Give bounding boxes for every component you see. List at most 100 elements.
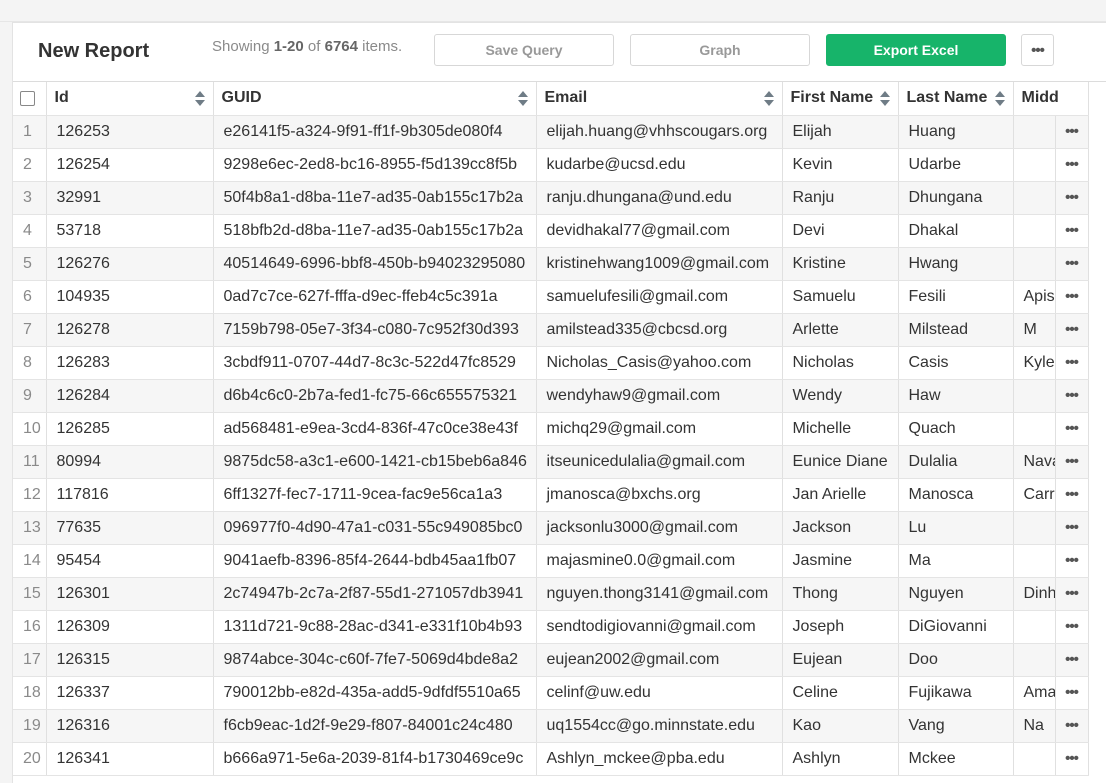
- showing-of: of: [307, 38, 321, 55]
- cell-email: Nicholas_Casis@yahoo.com: [536, 346, 783, 380]
- cell-email: itseunicedulalia@gmail.com: [536, 445, 783, 479]
- cell-last-name: Udarbe: [898, 148, 1014, 182]
- export-excel-button[interactable]: Export Excel: [826, 34, 1006, 66]
- showing-prefix: Showing: [212, 38, 270, 55]
- cell-first-name: Celine: [782, 676, 899, 710]
- row-number: 11: [13, 445, 47, 479]
- table-row[interactable]: 18 126337 790012bb-e82d-435a-add5-9dfdf551…: [13, 676, 1089, 710]
- graph-button[interactable]: Graph: [630, 34, 810, 66]
- row-actions-button[interactable]: •••: [1055, 346, 1089, 380]
- table-row[interactable]: 10 126285 ad568481-e9ea-3cd4-836f-47c0ce38…: [13, 412, 1089, 446]
- table-row[interactable]: 5 126276 40514649-6996-bbf8-450b-b94023295…: [13, 247, 1089, 281]
- table-row[interactable]: 2 126254 9298e6ec-2ed8-bc16-8955-f5d139cc8…: [13, 148, 1089, 182]
- row-number: 13: [13, 511, 47, 545]
- column-header-middle-name[interactable]: Midd: [1013, 82, 1089, 116]
- cell-email: ranju.dhungana@und.edu: [536, 181, 783, 215]
- sort-icon[interactable]: [879, 91, 890, 107]
- cell-first-name: Kao: [782, 709, 899, 743]
- table-row[interactable]: 6 104935 0ad7c7ce-627f-fffa-d9ec-ffeb4c5c3…: [13, 280, 1089, 314]
- cell-middle-name: Kyle: [1013, 346, 1056, 380]
- save-query-button[interactable]: Save Query: [434, 34, 614, 66]
- cell-middle-name: Dinh: [1013, 577, 1056, 611]
- select-all-checkbox[interactable]: [20, 90, 35, 106]
- table-row[interactable]: 13 77635 096977f0-4d90-47a1-c031-55c949085…: [13, 511, 1089, 545]
- cell-first-name: Wendy: [782, 379, 899, 413]
- column-header-id[interactable]: Id: [46, 82, 214, 116]
- table-row[interactable]: 15 126301 2c74947b-2c7a-2f87-55d1-271057db…: [13, 577, 1089, 611]
- row-actions-button[interactable]: •••: [1055, 379, 1089, 413]
- cell-guid: 40514649-6996-bbf8-450b-b94023295080: [213, 247, 537, 281]
- column-label-last-name: Last Name: [906, 89, 988, 107]
- cell-middle-name: [1013, 742, 1056, 776]
- column-header-first-name[interactable]: First Name: [782, 82, 899, 116]
- row-actions-button[interactable]: •••: [1055, 214, 1089, 248]
- row-actions-button[interactable]: •••: [1055, 280, 1089, 314]
- table-row[interactable]: 19 126316 f6cb9eac-1d2f-9e29-f807-84001c24…: [13, 709, 1089, 743]
- cell-email: amilstead335@cbcsd.org: [536, 313, 783, 347]
- table-row[interactable]: 16 126309 1311d721-9c88-28ac-d341-e331f10b…: [13, 610, 1089, 644]
- row-actions-button[interactable]: •••: [1055, 412, 1089, 446]
- column-header-guid[interactable]: GUID: [213, 82, 537, 116]
- sort-icon[interactable]: [763, 91, 774, 107]
- cell-last-name: Doo: [898, 643, 1014, 677]
- table-row[interactable]: 11 80994 9875dc58-a3c1-e600-1421-cb15beb6a…: [13, 445, 1089, 479]
- row-actions-button[interactable]: •••: [1055, 643, 1089, 677]
- cell-last-name: Hwang: [898, 247, 1014, 281]
- row-actions-button[interactable]: •••: [1055, 610, 1089, 644]
- cell-id: 126278: [46, 313, 214, 347]
- cell-first-name: Devi: [782, 214, 899, 248]
- cell-id: 53718: [46, 214, 214, 248]
- row-number: 14: [13, 544, 47, 578]
- column-header-email[interactable]: Email: [536, 82, 783, 116]
- more-options-button[interactable]: •••: [1021, 34, 1054, 66]
- table-row[interactable]: 7 126278 7159b798-05e7-3f34-c080-7c952f30d…: [13, 313, 1089, 347]
- sort-icon[interactable]: [194, 91, 205, 107]
- row-actions-button[interactable]: •••: [1055, 577, 1089, 611]
- row-actions-button[interactable]: •••: [1055, 313, 1089, 347]
- column-header-last-name[interactable]: Last Name: [898, 82, 1014, 116]
- column-label-first-name: First Name: [790, 89, 874, 107]
- cell-email: uq1554cc@go.minnstate.edu: [536, 709, 783, 743]
- row-number: 12: [13, 478, 47, 512]
- cell-id: 126283: [46, 346, 214, 380]
- sort-icon[interactable]: [994, 91, 1005, 107]
- cell-guid: 096977f0-4d90-47a1-c031-55c949085bc0: [213, 511, 537, 545]
- cell-email: wendyhaw9@gmail.com: [536, 379, 783, 413]
- cell-middle-name: Ama: [1013, 676, 1056, 710]
- table-row[interactable]: 17 126315 9874abce-304c-c60f-7fe7-5069d4bd…: [13, 643, 1089, 677]
- row-actions-button[interactable]: •••: [1055, 544, 1089, 578]
- table-row[interactable]: 14 95454 9041aefb-8396-85f4-2644-bdb45aa1f…: [13, 544, 1089, 578]
- cell-middle-name: Carre: [1013, 478, 1056, 512]
- report-table: Id GUID Email First Name Last Name Midd …: [13, 82, 1089, 776]
- cell-id: 32991: [46, 181, 214, 215]
- cell-first-name: Elijah: [782, 115, 899, 149]
- table-row[interactable]: 3 32991 50f4b8a1-d8ba-11e7-ad35-0ab155c17b…: [13, 181, 1089, 215]
- row-actions-button[interactable]: •••: [1055, 709, 1089, 743]
- row-actions-button[interactable]: •••: [1055, 742, 1089, 776]
- table-row[interactable]: 12 117816 6ff1327f-fec7-1711-9cea-fac9e56c…: [13, 478, 1089, 512]
- cell-guid: 2c74947b-2c7a-2f87-55d1-271057db3941: [213, 577, 537, 611]
- table-row[interactable]: 1 126253 e26141f5-a324-9f91-ff1f-9b305de08…: [13, 115, 1089, 149]
- row-actions-button[interactable]: •••: [1055, 676, 1089, 710]
- row-actions-button[interactable]: •••: [1055, 247, 1089, 281]
- row-actions-button[interactable]: •••: [1055, 478, 1089, 512]
- table-row[interactable]: 20 126341 b666a971-5e6a-2039-81f4-b1730469…: [13, 742, 1089, 776]
- cell-first-name: Thong: [782, 577, 899, 611]
- cell-middle-name: M: [1013, 313, 1056, 347]
- table-row[interactable]: 9 126284 d6b4c6c0-2b7a-fed1-fc75-66c655575…: [13, 379, 1089, 413]
- table-row[interactable]: 8 126283 3cbdf911-0707-44d7-8c3c-522d47fc8…: [13, 346, 1089, 380]
- cell-last-name: Dulalia: [898, 445, 1014, 479]
- row-actions-button[interactable]: •••: [1055, 181, 1089, 215]
- row-number: 4: [13, 214, 47, 248]
- cell-middle-name: [1013, 412, 1056, 446]
- cell-middle-name: [1013, 115, 1056, 149]
- cell-middle-name: Na: [1013, 709, 1056, 743]
- row-actions-button[interactable]: •••: [1055, 148, 1089, 182]
- row-actions-button[interactable]: •••: [1055, 445, 1089, 479]
- row-actions-button[interactable]: •••: [1055, 511, 1089, 545]
- sort-icon[interactable]: [517, 91, 528, 107]
- cell-last-name: Haw: [898, 379, 1014, 413]
- row-actions-button[interactable]: •••: [1055, 115, 1089, 149]
- table-row[interactable]: 4 53718 518bfb2d-d8ba-11e7-ad35-0ab155c17b…: [13, 214, 1089, 248]
- cell-email: eujean2002@gmail.com: [536, 643, 783, 677]
